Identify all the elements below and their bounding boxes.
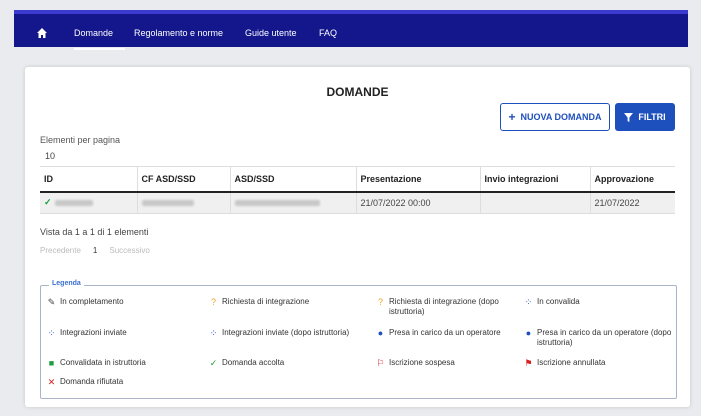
legend-item: ✕ Domanda rifiutata xyxy=(47,377,197,387)
nav-item-guide[interactable]: Guide utente xyxy=(245,28,297,38)
prev-page-link[interactable]: Precedente xyxy=(40,246,81,255)
legend-item: ● Presa in carico da un operatore (dopo … xyxy=(524,328,674,348)
legend-label: Integrazioni inviate (dopo istruttoria) xyxy=(222,328,350,337)
view-info: Vista da 1 a 1 di 1 elementi xyxy=(40,227,149,237)
cell-asd xyxy=(229,191,356,214)
legend-item: ■ Convalidata in istruttoria xyxy=(47,358,197,368)
filter-icon xyxy=(624,112,634,122)
legend-label: In completamento xyxy=(60,297,124,306)
page-title: DOMANDE xyxy=(326,85,389,99)
col-header-id[interactable]: ID xyxy=(40,166,137,193)
applications-table: ID CF ASD/SSD ASD/SSD Presentazione Invi… xyxy=(40,166,675,214)
legend-item: ⁘ In convalida xyxy=(524,297,674,307)
legend-label: Richiesta di integrazione xyxy=(222,297,310,306)
redacted-asd xyxy=(234,200,320,207)
next-page-link[interactable]: Successivo xyxy=(109,246,149,255)
new-application-label: NUOVA DOMANDA xyxy=(520,112,602,122)
legend-label: Presa in carico da un operatore (dopo is… xyxy=(537,328,672,347)
legend-item: ? Richiesta di integrazione (dopo istrut… xyxy=(376,297,521,317)
top-navbar: Domande Regolamento e norme Guide utente… xyxy=(14,10,688,50)
x-icon: ✕ xyxy=(47,377,56,387)
per-page-label: Elementi per pagina xyxy=(40,135,121,145)
legend-item: ⁘ Integrazioni inviate (dopo istruttoria… xyxy=(209,328,374,338)
user-icon: ● xyxy=(525,328,532,338)
spinner-icon: ⁘ xyxy=(524,297,533,307)
col-header-presentazione[interactable]: Presentazione xyxy=(355,166,480,193)
legend-label: Domanda rifiutata xyxy=(60,377,124,386)
bookmark-icon: ■ xyxy=(48,358,55,368)
redacted-cf xyxy=(141,200,194,207)
legend-label: Integrazioni inviate xyxy=(60,328,127,337)
legend-item: ? Richiesta di integrazione xyxy=(209,297,369,307)
cell-cf xyxy=(136,191,230,214)
col-header-cf[interactable]: CF ASD/SSD xyxy=(136,166,230,193)
cell-id: ✓ xyxy=(40,191,137,214)
legend-label: Richiesta di integrazione (dopo istrutto… xyxy=(389,297,499,316)
legend-label: Iscrizione sospesa xyxy=(389,358,455,367)
legend-item: ● Presa in carico da un operatore xyxy=(376,328,521,338)
cell-approvazione: 21/07/2022 xyxy=(589,191,675,214)
cell-presentazione: 21/07/2022 00:00 xyxy=(355,191,480,214)
legend-label: In convalida xyxy=(537,297,580,306)
current-page[interactable]: 1 xyxy=(93,246,97,255)
pagination: Precedente 1 Successivo xyxy=(40,246,150,255)
legend-item: ⁘ Integrazioni inviate xyxy=(47,328,197,338)
per-page-select[interactable]: 10 xyxy=(45,151,55,161)
legend-label: Domanda accolta xyxy=(222,358,285,367)
plus-icon: + xyxy=(508,110,516,124)
home-icon[interactable] xyxy=(36,27,48,39)
spinner-icon: ⁘ xyxy=(209,328,218,338)
nav-item-regolamento[interactable]: Regolamento e norme xyxy=(134,28,223,38)
question-icon: ? xyxy=(210,297,216,307)
filter-button[interactable]: FILTRI xyxy=(615,103,675,131)
legend-item: ⚑ Iscrizione annullata xyxy=(524,358,674,368)
spinner-icon: ⁘ xyxy=(47,328,56,338)
flag-icon: ⚑ xyxy=(524,358,533,368)
user-icon: ● xyxy=(377,328,384,338)
table-header-row: ID CF ASD/SSD ASD/SSD Presentazione Invi… xyxy=(40,166,675,193)
table-row[interactable]: ✓ 21/07/2022 00:00 21/07/2022 xyxy=(40,191,675,214)
legend-item: ⚐ Iscrizione sospesa xyxy=(376,358,521,368)
nav-item-faq[interactable]: FAQ xyxy=(319,28,337,38)
cell-invio xyxy=(479,191,590,214)
col-header-approvazione[interactable]: Approvazione xyxy=(589,166,675,193)
col-header-asd[interactable]: ASD/SSD xyxy=(229,166,356,193)
redacted-id xyxy=(54,199,93,206)
legend-item: ✓ Domanda accolta xyxy=(209,358,369,368)
col-header-invio[interactable]: Invio integrazioni xyxy=(479,166,590,193)
check-icon: ✓ xyxy=(209,358,218,368)
nav-active-indicator xyxy=(74,48,125,50)
legend-item: ✎ In completamento xyxy=(47,297,197,307)
new-application-button[interactable]: + NUOVA DOMANDA xyxy=(500,103,610,131)
filter-label: FILTRI xyxy=(638,112,666,122)
question-icon: ? xyxy=(377,297,383,307)
nav-item-domande[interactable]: Domande xyxy=(74,28,113,38)
legend-title: Legenda xyxy=(49,280,84,287)
check-icon: ✓ xyxy=(44,197,52,208)
domande-card: DOMANDE + NUOVA DOMANDA FILTRI Elementi … xyxy=(25,67,690,407)
pencil-icon: ✎ xyxy=(47,297,56,307)
legend-label: Presa in carico da un operatore xyxy=(389,328,501,337)
legend-box: Legenda ✎ In completamento ? Richiesta d… xyxy=(40,280,677,399)
legend-label: Convalidata in istruttoria xyxy=(60,358,146,367)
flag-outline-icon: ⚐ xyxy=(376,358,385,368)
legend-label: Iscrizione annullata xyxy=(537,358,606,367)
